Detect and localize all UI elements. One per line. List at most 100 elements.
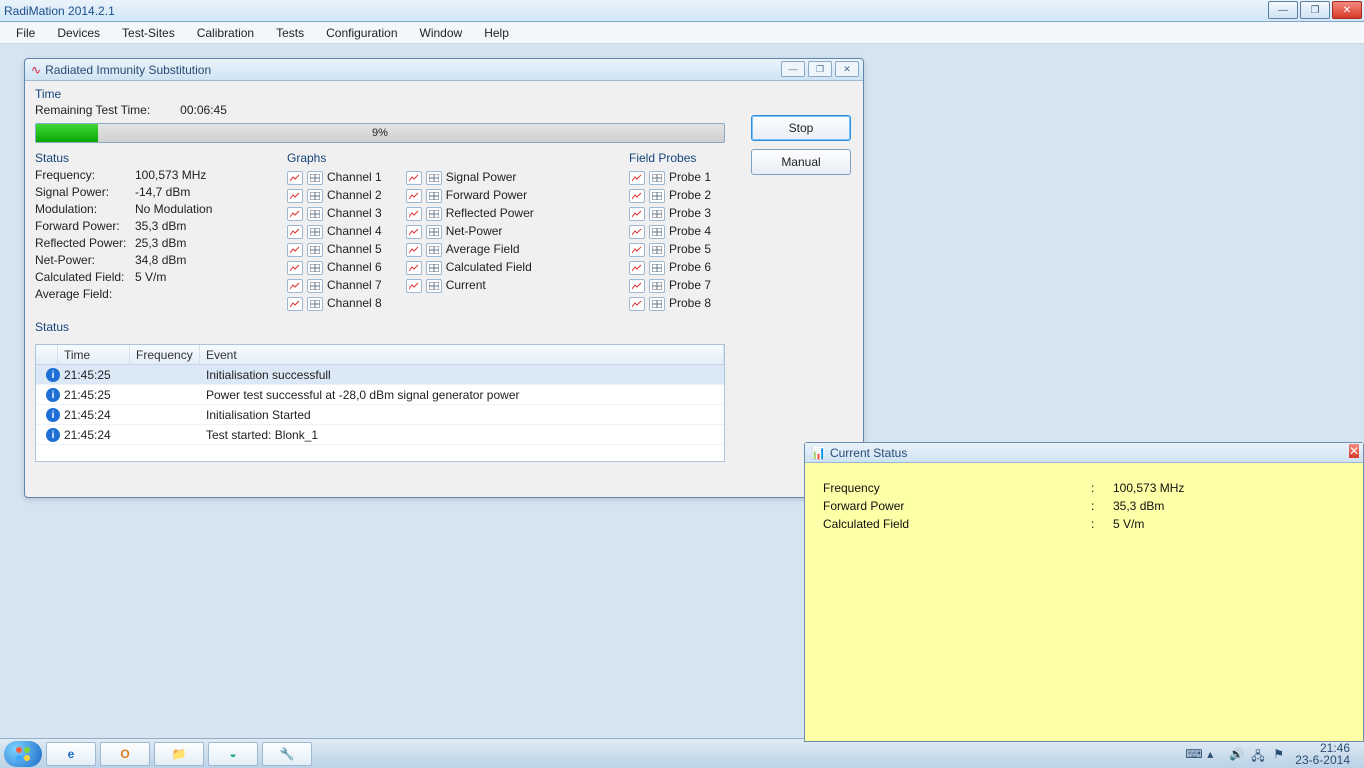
maximize-button[interactable]: ❐ (1300, 1, 1330, 19)
ri-max[interactable]: ❐ (808, 61, 832, 77)
power-row: Calculated Field (406, 259, 534, 276)
log-row[interactable]: 21:45:24 Test started: Blonk_1 (36, 425, 724, 445)
menu-devices[interactable]: Devices (47, 24, 110, 42)
table-icon[interactable] (649, 261, 665, 275)
menu-configuration[interactable]: Configuration (316, 24, 407, 42)
table-icon[interactable] (426, 225, 442, 239)
stop-button[interactable]: Stop (751, 115, 851, 141)
table-icon[interactable] (307, 279, 323, 293)
table-icon[interactable] (649, 279, 665, 293)
chart-icon[interactable] (629, 225, 645, 239)
cs-label: Forward Power (823, 499, 1091, 513)
chart-icon[interactable] (629, 243, 645, 257)
chart-icon[interactable] (629, 297, 645, 311)
chart-icon[interactable] (629, 189, 645, 203)
tray-network-icon[interactable]: 🖧 (1251, 747, 1265, 761)
menu-calibration[interactable]: Calibration (187, 24, 264, 42)
table-icon[interactable] (649, 225, 665, 239)
col-time[interactable]: Time (58, 345, 130, 364)
table-icon[interactable] (426, 279, 442, 293)
chart-icon[interactable] (287, 297, 303, 311)
chart-icon[interactable] (287, 279, 303, 293)
status-icon: 📊 (811, 446, 826, 460)
menu-help[interactable]: Help (474, 24, 519, 42)
chart-icon[interactable] (629, 279, 645, 293)
taskbar-outlook[interactable]: O (100, 742, 150, 766)
tray-flag-icon[interactable]: ⚑ (1273, 747, 1287, 761)
status-value: -14,7 dBm (135, 184, 190, 201)
ri-min[interactable]: — (781, 61, 805, 77)
table-icon[interactable] (307, 243, 323, 257)
chart-icon[interactable] (287, 243, 303, 257)
table-icon[interactable] (649, 207, 665, 221)
chart-icon[interactable] (287, 225, 303, 239)
table-icon[interactable] (649, 243, 665, 257)
table-icon[interactable] (649, 297, 665, 311)
table-icon[interactable] (307, 189, 323, 203)
manual-button[interactable]: Manual (751, 149, 851, 175)
ri-close[interactable]: ✕ (835, 61, 859, 77)
chart-icon[interactable] (406, 225, 422, 239)
log-row[interactable]: 21:45:25 Initialisation successfull (36, 365, 724, 385)
probe-row: Probe 5 (629, 241, 711, 258)
table-icon[interactable] (307, 297, 323, 311)
cell-num: 3 (134, 614, 208, 634)
table-icon[interactable] (426, 171, 442, 185)
tray-clock[interactable]: 21:46 23-6-2014 (1295, 742, 1350, 766)
close-button[interactable]: ✕ (1332, 1, 1362, 19)
taskbar-ie[interactable]: e (46, 742, 96, 766)
chart-icon[interactable] (629, 171, 645, 185)
status-log[interactable]: Time Frequency Event 21:45:25 Initialisa… (35, 344, 725, 462)
table-icon[interactable] (307, 261, 323, 275)
log-row[interactable]: 21:45:24 Initialisation Started (36, 405, 724, 425)
probe-row: Probe 1 (629, 169, 711, 186)
cell-num: 2 (134, 634, 208, 654)
cell-user: sast (424, 654, 494, 674)
log-row[interactable]: 21:45:25 Power test successful at -28,0 … (36, 385, 724, 405)
table-icon[interactable] (649, 171, 665, 185)
chart-icon[interactable] (406, 279, 422, 293)
chart-icon[interactable] (406, 189, 422, 203)
table-icon[interactable] (426, 261, 442, 275)
chart-icon[interactable] (406, 261, 422, 275)
chart-icon[interactable] (406, 207, 422, 221)
minimize-button[interactable]: — (1268, 1, 1298, 19)
cs-row: Forward Power : 35,3 dBm (823, 499, 1345, 513)
tray-keyboard-icon[interactable]: ⌨ (1185, 747, 1199, 761)
taskbar-radimation[interactable]: 🔧 (262, 742, 312, 766)
eut-max[interactable]: ❐ (1224, 107, 1248, 123)
eut-min[interactable]: — (1197, 107, 1221, 123)
chart-icon[interactable] (287, 261, 303, 275)
table-icon[interactable] (307, 207, 323, 221)
chart-icon[interactable] (629, 207, 645, 221)
channel-label: Channel 4 (327, 223, 382, 240)
menu-file[interactable]: File (6, 24, 45, 42)
table-icon[interactable] (426, 189, 442, 203)
menu-tests[interactable]: Tests (266, 24, 314, 42)
start-button[interactable] (4, 741, 42, 767)
table-icon[interactable] (307, 171, 323, 185)
taskbar-app1[interactable]: ◒ (208, 742, 258, 766)
tray-up-icon[interactable]: ▴ (1207, 747, 1221, 761)
chart-icon[interactable] (406, 243, 422, 257)
col-event[interactable]: Event (200, 345, 724, 364)
probe-row: Probe 7 (629, 277, 711, 294)
cs-close[interactable]: ✕ (1349, 444, 1359, 458)
chart-icon[interactable] (406, 171, 422, 185)
table-icon[interactable] (426, 207, 442, 221)
taskbar-explorer[interactable]: 📁 (154, 742, 204, 766)
chart-icon[interactable] (629, 261, 645, 275)
table-icon[interactable] (649, 189, 665, 203)
chart-icon[interactable] (287, 189, 303, 203)
chart-icon[interactable] (287, 171, 303, 185)
menu-window[interactable]: Window (410, 24, 473, 42)
table-icon[interactable] (307, 225, 323, 239)
eut-close[interactable]: ✕ (1251, 107, 1275, 123)
col-freq[interactable]: Frequency (130, 345, 200, 364)
probe-row: Probe 4 (629, 223, 711, 240)
table-icon[interactable] (426, 243, 442, 257)
menu-test-sites[interactable]: Test-Sites (112, 24, 185, 42)
tray-volume-icon[interactable]: 🔊 (1229, 747, 1243, 761)
chart-icon[interactable] (287, 207, 303, 221)
probe-label: Probe 3 (669, 205, 711, 222)
